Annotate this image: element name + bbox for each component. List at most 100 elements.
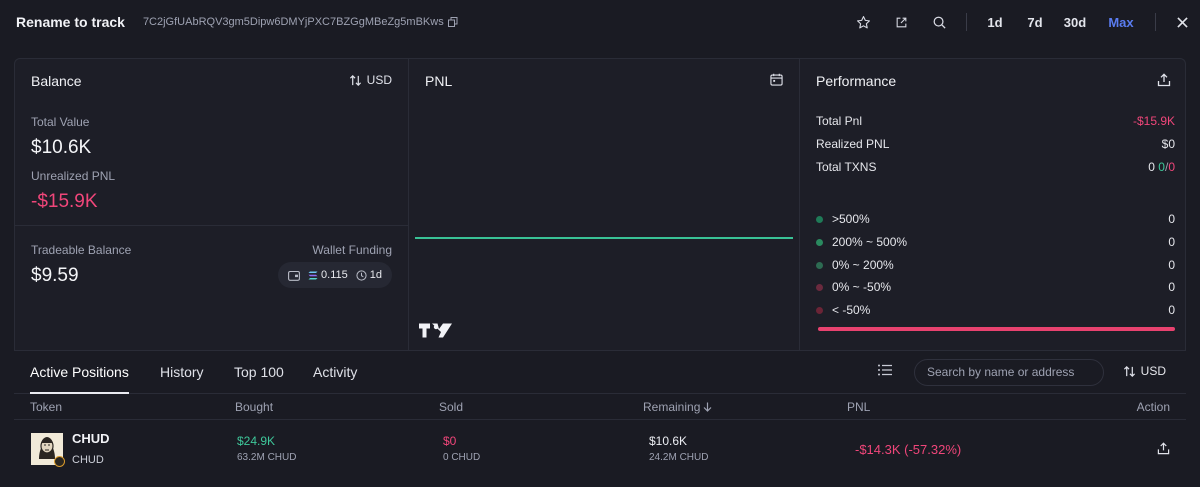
divider bbox=[966, 13, 967, 31]
performance-panel: Performance Total Pnl -$15.9K Realized P… bbox=[799, 59, 1187, 351]
txns-buys: 0 bbox=[1158, 160, 1165, 174]
dist-row: 0% ~ 200% 0 bbox=[816, 258, 1175, 272]
remaining-qty: 24.2M CHUD bbox=[649, 452, 709, 463]
top-actions: 1d 7d 30d Max bbox=[844, 0, 1200, 44]
tradeable-balance-value: $9.59 bbox=[31, 265, 79, 286]
dist-dot-icon bbox=[816, 215, 823, 223]
currency-toggle-label: USD bbox=[1140, 364, 1166, 378]
bought-qty: 63.2M CHUD bbox=[237, 452, 297, 463]
star-icon[interactable] bbox=[844, 0, 882, 44]
total-pnl-value: -$15.9K bbox=[1132, 114, 1175, 128]
dist-dot-icon bbox=[816, 261, 823, 269]
search-input[interactable]: Search by name or address bbox=[914, 359, 1104, 386]
funding-age: 1d bbox=[369, 269, 382, 281]
sold-usd: $0 bbox=[443, 434, 457, 448]
close-icon[interactable] bbox=[1164, 0, 1200, 44]
total-txns-row: Total TXNS 0 0/0 bbox=[816, 160, 1175, 174]
dist-row: < -50% 0 bbox=[816, 303, 1175, 317]
currency-label: USD bbox=[366, 73, 392, 87]
range-30d[interactable]: 30d bbox=[1055, 15, 1095, 30]
balance-panel: Balance USD Total Value $10.6K Unrealize… bbox=[15, 59, 408, 351]
summary-panels: Balance USD Total Value $10.6K Unrealize… bbox=[14, 58, 1187, 351]
wallet-address-text: 7C2jGfUAbRQV3gm5Dipw6DMYjPXC7BZGgMBeZg5m… bbox=[142, 16, 444, 28]
dist-label: 0% ~ -50% bbox=[832, 280, 892, 294]
column-remaining[interactable]: Remaining bbox=[643, 400, 712, 414]
calendar-icon[interactable] bbox=[770, 73, 783, 86]
token-avatar bbox=[31, 433, 65, 467]
dist-dot-icon bbox=[816, 238, 823, 246]
dist-dot-icon bbox=[816, 306, 823, 314]
bought-usd: $24.9K bbox=[237, 434, 276, 448]
total-value-label: Total Value bbox=[31, 115, 90, 129]
wallet-name[interactable]: Rename to track bbox=[16, 14, 125, 30]
dist-dot-icon bbox=[816, 283, 823, 291]
unrealized-pnl-label: Unrealized PNL bbox=[31, 169, 116, 183]
txns-sells: 0 bbox=[1168, 160, 1175, 174]
copy-icon[interactable] bbox=[447, 17, 458, 27]
realized-pnl-label: Realized PNL bbox=[816, 137, 890, 151]
column-token: Token bbox=[30, 400, 63, 414]
dist-count: 0 bbox=[1168, 235, 1175, 249]
column-action: Action bbox=[1136, 400, 1170, 414]
performance-distribution-bar bbox=[818, 327, 1175, 331]
wallet-funding-label: Wallet Funding bbox=[312, 243, 392, 257]
funding-amount-group: 0.115 bbox=[308, 269, 348, 281]
pnl-panel: PNL bbox=[408, 59, 799, 351]
wallet-funding-pill[interactable]: 0.115 1d bbox=[278, 262, 392, 288]
total-txns-value: 0 0/0 bbox=[1148, 160, 1175, 174]
tab-top-100[interactable]: Top 100 bbox=[234, 351, 284, 394]
tab-activity[interactable]: Activity bbox=[313, 351, 357, 394]
tradeable-balance-label: Tradeable Balance bbox=[31, 243, 132, 257]
clock-icon bbox=[356, 269, 367, 281]
share-icon[interactable] bbox=[1157, 73, 1171, 87]
total-pnl-label: Total Pnl bbox=[816, 114, 863, 128]
swap-icon bbox=[349, 74, 361, 86]
share-icon[interactable] bbox=[1157, 442, 1170, 458]
list-icon[interactable] bbox=[878, 364, 892, 379]
dist-row: >500% 0 bbox=[816, 212, 1175, 226]
total-value: $10.6K bbox=[31, 137, 92, 158]
token-symbol[interactable]: CHUD bbox=[72, 431, 110, 446]
unrealized-pnl-value: -$15.9K bbox=[31, 191, 98, 212]
funding-age-group: 1d bbox=[356, 269, 382, 281]
dist-count: 0 bbox=[1168, 258, 1175, 272]
dist-label: 0% ~ 200% bbox=[832, 258, 894, 272]
sold-qty: 0 CHUD bbox=[443, 452, 481, 463]
column-bought[interactable]: Bought bbox=[235, 400, 273, 414]
performance-title: Performance bbox=[816, 73, 897, 89]
currency-switch[interactable]: USD bbox=[349, 73, 392, 87]
dist-count: 0 bbox=[1168, 280, 1175, 294]
search-icon[interactable] bbox=[920, 0, 958, 44]
divider bbox=[1155, 13, 1156, 31]
dist-count: 0 bbox=[1168, 303, 1175, 317]
divider bbox=[15, 225, 408, 226]
range-7d[interactable]: 7d bbox=[1015, 15, 1055, 30]
total-txns-label: Total TXNS bbox=[816, 160, 877, 174]
total-pnl-row: Total Pnl -$15.9K bbox=[816, 114, 1175, 128]
remaining-usd: $10.6K bbox=[649, 434, 688, 448]
pnl-value: -$14.3K (-57.32%) bbox=[855, 442, 962, 457]
realized-pnl-value: $0 bbox=[1161, 137, 1175, 151]
txns-total: 0 bbox=[1148, 160, 1155, 174]
tradingview-logo bbox=[419, 323, 452, 341]
column-remaining-label: Remaining bbox=[643, 400, 701, 414]
currency-toggle[interactable]: USD bbox=[1123, 364, 1166, 378]
external-link-icon[interactable] bbox=[882, 0, 920, 44]
column-pnl[interactable]: PNL bbox=[847, 400, 870, 414]
table-header: Token Bought Sold Remaining PNL Action bbox=[14, 394, 1186, 420]
column-sold[interactable]: Sold bbox=[439, 400, 463, 414]
realized-pnl-row: Realized PNL $0 bbox=[816, 137, 1175, 151]
solana-icon bbox=[308, 271, 318, 279]
dist-label: 200% ~ 500% bbox=[832, 235, 908, 249]
wallet-icon bbox=[288, 270, 300, 281]
range-max[interactable]: Max bbox=[1095, 15, 1147, 30]
pnl-title: PNL bbox=[425, 73, 453, 89]
range-1d[interactable]: 1d bbox=[975, 15, 1015, 30]
dist-row: 0% ~ -50% 0 bbox=[816, 280, 1175, 294]
chain-badge-icon bbox=[54, 456, 65, 467]
tab-active-positions[interactable]: Active Positions bbox=[30, 351, 129, 394]
top-bar: Rename to track 7C2jGfUAbRQV3gm5Dipw6DMY… bbox=[0, 0, 1200, 44]
balance-title: Balance bbox=[31, 73, 82, 89]
tab-history[interactable]: History bbox=[160, 351, 204, 394]
table-row[interactable]: CHUD CHUD $24.9K 63.2M CHUD $0 0 CHUD $1… bbox=[14, 421, 1186, 487]
